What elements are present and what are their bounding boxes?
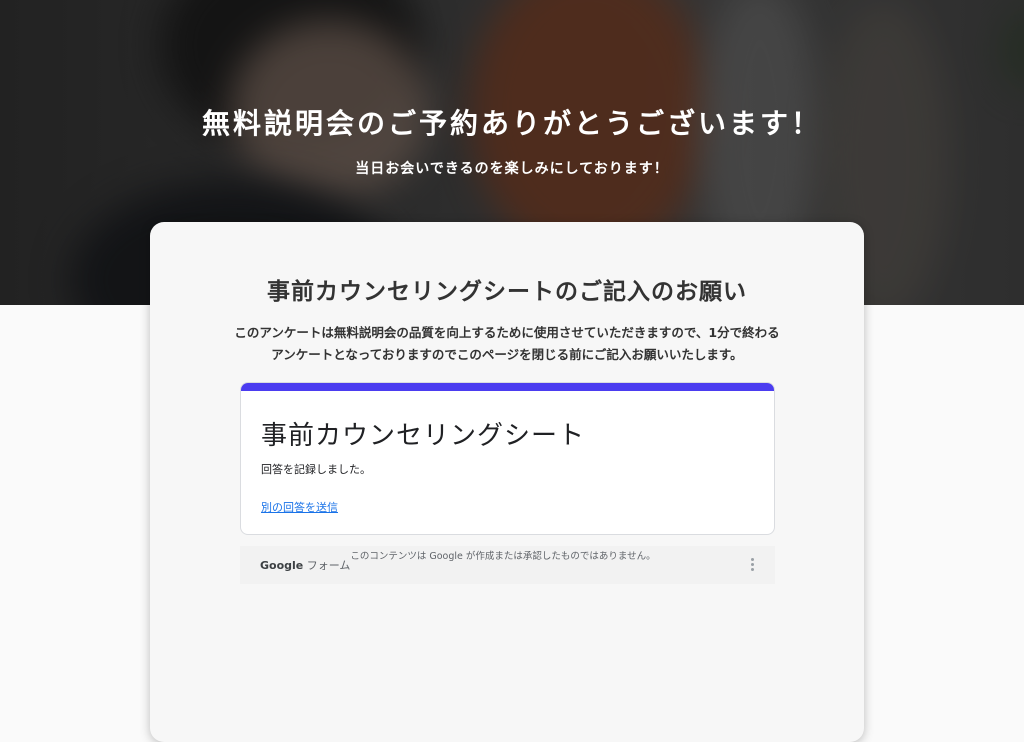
google-disclaimer: このコンテンツは Google が作成または承認したものではありません。 xyxy=(350,551,656,562)
survey-card-title: 事前カウンセリングシートのご記入のお願い xyxy=(267,279,747,305)
google-forms-footer: Google フォーム このコンテンツは Google が作成または承認したもの… xyxy=(240,546,775,584)
survey-card-description: このアンケートは無料説明会の品質を向上するために使用させていただきますので、1分… xyxy=(190,322,824,366)
submit-another-response-link[interactable]: 別の回答を送信 xyxy=(261,499,338,515)
description-line-1: このアンケートは無料説明会の品質を向上するために使用させていただきますので、1分… xyxy=(234,325,780,340)
survey-card: 事前カウンセリングシートのご記入のお願い このアンケートは無料説明会の品質を向上… xyxy=(150,222,864,742)
hero-subtitle: 当日お会いできるのを楽しみにしております！ xyxy=(355,161,669,177)
more-vert-icon[interactable] xyxy=(749,558,755,574)
description-line-2: アンケートとなっておりますのでこのページを閉じる前にご記入お願いいたします。 xyxy=(271,347,743,362)
form-title: 事前カウンセリングシート xyxy=(261,421,586,451)
google-forms-logo[interactable]: Google フォーム xyxy=(260,557,350,573)
embedded-google-form: 事前カウンセリングシート 回答を記録しました。 別の回答を送信 xyxy=(240,382,775,535)
hero-title: 無料説明会のご予約ありがとうございます！ xyxy=(201,107,822,140)
google-brand: Google xyxy=(260,559,304,572)
forms-label: フォーム xyxy=(306,559,351,572)
form-confirmation-message: 回答を記録しました。 xyxy=(261,463,371,476)
form-accent-bar xyxy=(241,383,774,391)
